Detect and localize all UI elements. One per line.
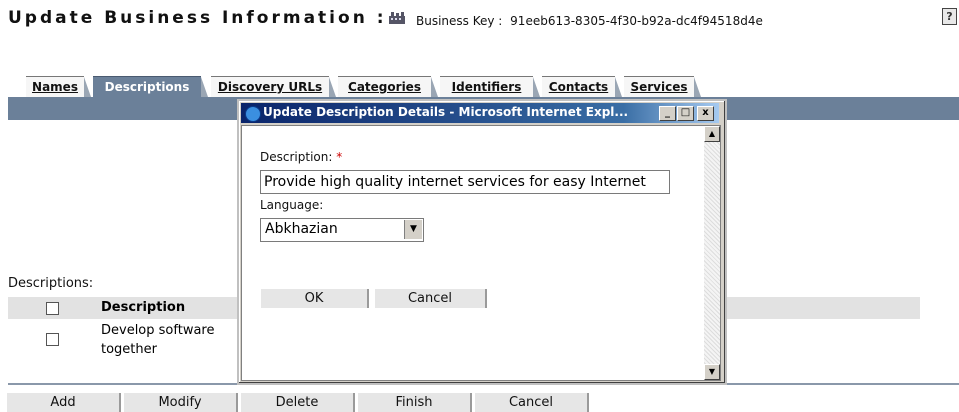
language-field-label: Language:: [260, 198, 324, 212]
column-header-description: Description: [101, 300, 186, 315]
add-button[interactable]: Add: [6, 393, 121, 412]
update-description-dialog: Update Description Details - Microsoft I…: [237, 99, 727, 385]
minimize-button[interactable]: _: [659, 106, 676, 121]
scroll-up-icon[interactable]: ▲: [704, 126, 720, 142]
business-key-value: 91eeb613-8305-4f30-b92a-dc4f94518d4e: [510, 14, 763, 28]
language-selected-value: Abkhazian: [265, 221, 338, 237]
tab-descriptions[interactable]: Descriptions: [93, 76, 208, 97]
tab-identifiers[interactable]: Identifiers: [440, 76, 540, 97]
page-title: Update Business Information :: [8, 8, 387, 28]
delete-button[interactable]: Delete: [240, 393, 355, 412]
required-marker: *: [336, 150, 343, 164]
tab-discovery-urls[interactable]: Discovery URLs: [211, 76, 336, 97]
ok-button[interactable]: OK: [260, 289, 369, 308]
row-checkbox[interactable]: [46, 333, 59, 346]
vertical-scrollbar[interactable]: ▲ ▼: [704, 126, 720, 380]
close-button[interactable]: x: [697, 106, 714, 121]
tab-categories[interactable]: Categories: [338, 76, 438, 97]
language-select[interactable]: Abkhazian ▼: [260, 218, 424, 242]
description-input[interactable]: Provide high quality internet services f…: [260, 170, 670, 194]
dialog-cancel-button[interactable]: Cancel: [374, 289, 487, 308]
dialog-titlebar[interactable]: Update Description Details - Microsoft I…: [241, 103, 719, 123]
descriptions-section-label: Descriptions:: [8, 276, 94, 291]
description-label-text: Description:: [260, 150, 333, 164]
tab-contacts[interactable]: Contacts: [542, 76, 622, 97]
internet-explorer-icon: [245, 106, 261, 122]
tab-names[interactable]: Names: [26, 76, 91, 97]
tab-services[interactable]: Services: [624, 76, 701, 97]
dialog-title: Update Description Details - Microsoft I…: [263, 105, 629, 119]
help-icon[interactable]: ?: [942, 8, 957, 25]
maximize-button[interactable]: □: [677, 106, 694, 121]
scroll-down-icon[interactable]: ▼: [704, 364, 720, 380]
business-entity-icon: [389, 12, 405, 24]
modify-button[interactable]: Modify: [123, 393, 238, 412]
dialog-body: Description: * Provide high quality inte…: [241, 125, 721, 381]
description-field-label: Description: *: [260, 150, 342, 164]
business-key-label: Business Key :: [416, 14, 503, 28]
finish-button[interactable]: Finish: [357, 393, 472, 412]
select-all-checkbox[interactable]: [46, 302, 59, 315]
table-row-description: Develop software together: [101, 323, 215, 357]
business-key: Business Key : 91eeb613-8305-4f30-b92a-d…: [416, 14, 763, 28]
cancel-button[interactable]: Cancel: [474, 393, 589, 412]
chevron-down-icon[interactable]: ▼: [404, 220, 422, 239]
